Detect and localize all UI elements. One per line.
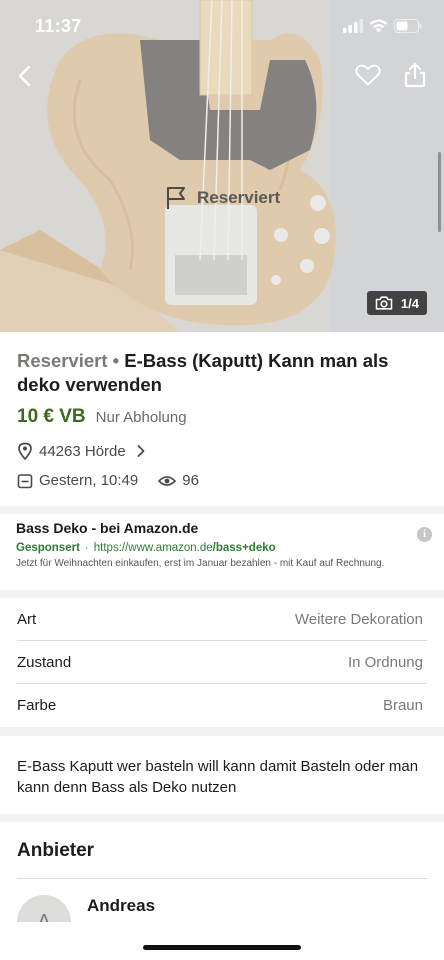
ad-url-path: /bass+deko <box>212 542 276 554</box>
pickup-option: Nur Abholung <box>95 409 187 426</box>
listing-title: Reserviert • E-Bass (Kaputt) Kann man al… <box>17 349 407 397</box>
share-button[interactable] <box>401 60 429 90</box>
listing-description: E-Bass Kaputt wer basteln will kann dami… <box>0 736 444 814</box>
chevron-right-icon <box>137 445 145 457</box>
seller-heading: Anbieter <box>17 840 95 861</box>
ad-source: Gesponsert · https://www.amazon.de/bass+de… <box>16 542 276 554</box>
ad-separator: · <box>84 542 89 554</box>
seller-name[interactable]: Andreas <box>87 896 155 916</box>
camera-icon <box>375 296 393 310</box>
back-button[interactable] <box>10 60 38 92</box>
status-bar: 11:37 <box>0 0 444 52</box>
detail-key: Zustand <box>17 653 72 671</box>
share-icon <box>404 62 426 88</box>
ad-url[interactable]: https://www.amazon.de/bass+deko <box>94 542 276 554</box>
view-count: 96 <box>158 472 199 489</box>
listing-price: 10 € VB <box>17 406 86 427</box>
detail-row-farbe: Farbe Braun <box>17 684 427 727</box>
photo-counter[interactable]: 1/4 <box>366 291 427 315</box>
location-pin-icon <box>18 442 32 460</box>
ad-title[interactable]: Bass Deko - bei Amazon.de <box>16 520 198 536</box>
status-time: 11:37 <box>35 16 82 36</box>
listing-status: Reserviert <box>17 350 108 371</box>
bottom-safe-area <box>0 922 444 960</box>
sponsored-ad[interactable]: Bass Deko - bei Amazon.de i Gesponsert · h… <box>0 514 444 590</box>
status-icons <box>343 17 422 35</box>
detail-row-art: Art Weitere Dekoration <box>17 598 427 641</box>
reserved-overlay-label: Reserviert <box>197 188 281 207</box>
wifi-icon <box>369 19 388 33</box>
ad-info-icon[interactable]: i <box>417 527 432 542</box>
detail-row-zustand: Zustand In Ordnung <box>17 641 427 684</box>
heart-icon <box>355 64 381 86</box>
listing-screen: 11:37 Reserviert 1/4 Reserviert • E-Bass… <box>0 0 444 960</box>
ad-description: Jetzt für Weihnachten einkaufen, erst im… <box>16 558 385 569</box>
listing-date: Gestern, 10:49 <box>39 472 139 489</box>
listing-info-card: Reserviert • E-Bass (Kaputt) Kann man al… <box>0 332 444 506</box>
home-indicator[interactable] <box>143 945 301 950</box>
listing-details: Art Weitere Dekoration Zustand In Ordnun… <box>0 598 444 727</box>
detail-value: Weitere Dekoration <box>294 610 423 628</box>
listing-status-separator: • <box>112 350 120 371</box>
description-text: E-Bass Kaputt wer basteln will kann dami… <box>17 758 419 796</box>
reserved-overlay: Reserviert <box>165 186 280 210</box>
location-link[interactable]: 44263 Hörde <box>17 442 146 460</box>
flag-icon <box>167 187 185 209</box>
chevron-left-icon <box>18 65 31 87</box>
battery-icon <box>394 19 422 33</box>
favorite-button[interactable] <box>354 60 382 90</box>
scroll-indicator <box>438 152 441 232</box>
detail-key: Art <box>17 610 37 628</box>
ad-sponsored-label: Gesponsert <box>16 542 80 554</box>
view-count-value: 96 <box>182 472 199 489</box>
ad-url-prefix: https://www.amazon.de <box>93 542 213 554</box>
detail-value: Braun <box>382 697 423 714</box>
calendar-icon <box>17 473 33 488</box>
detail-value: In Ordnung <box>347 653 423 671</box>
cellular-signal-icon <box>343 19 363 33</box>
listing-meta: Gestern, 10:49 96 <box>17 472 199 489</box>
price-row: 10 € VB Nur Abholung <box>17 406 187 428</box>
seller-divider <box>17 878 427 879</box>
photo-counter-label: 1/4 <box>400 295 419 311</box>
location-text: 44263 Hörde <box>39 442 126 460</box>
eye-icon <box>158 475 177 486</box>
detail-key: Farbe <box>17 697 57 714</box>
